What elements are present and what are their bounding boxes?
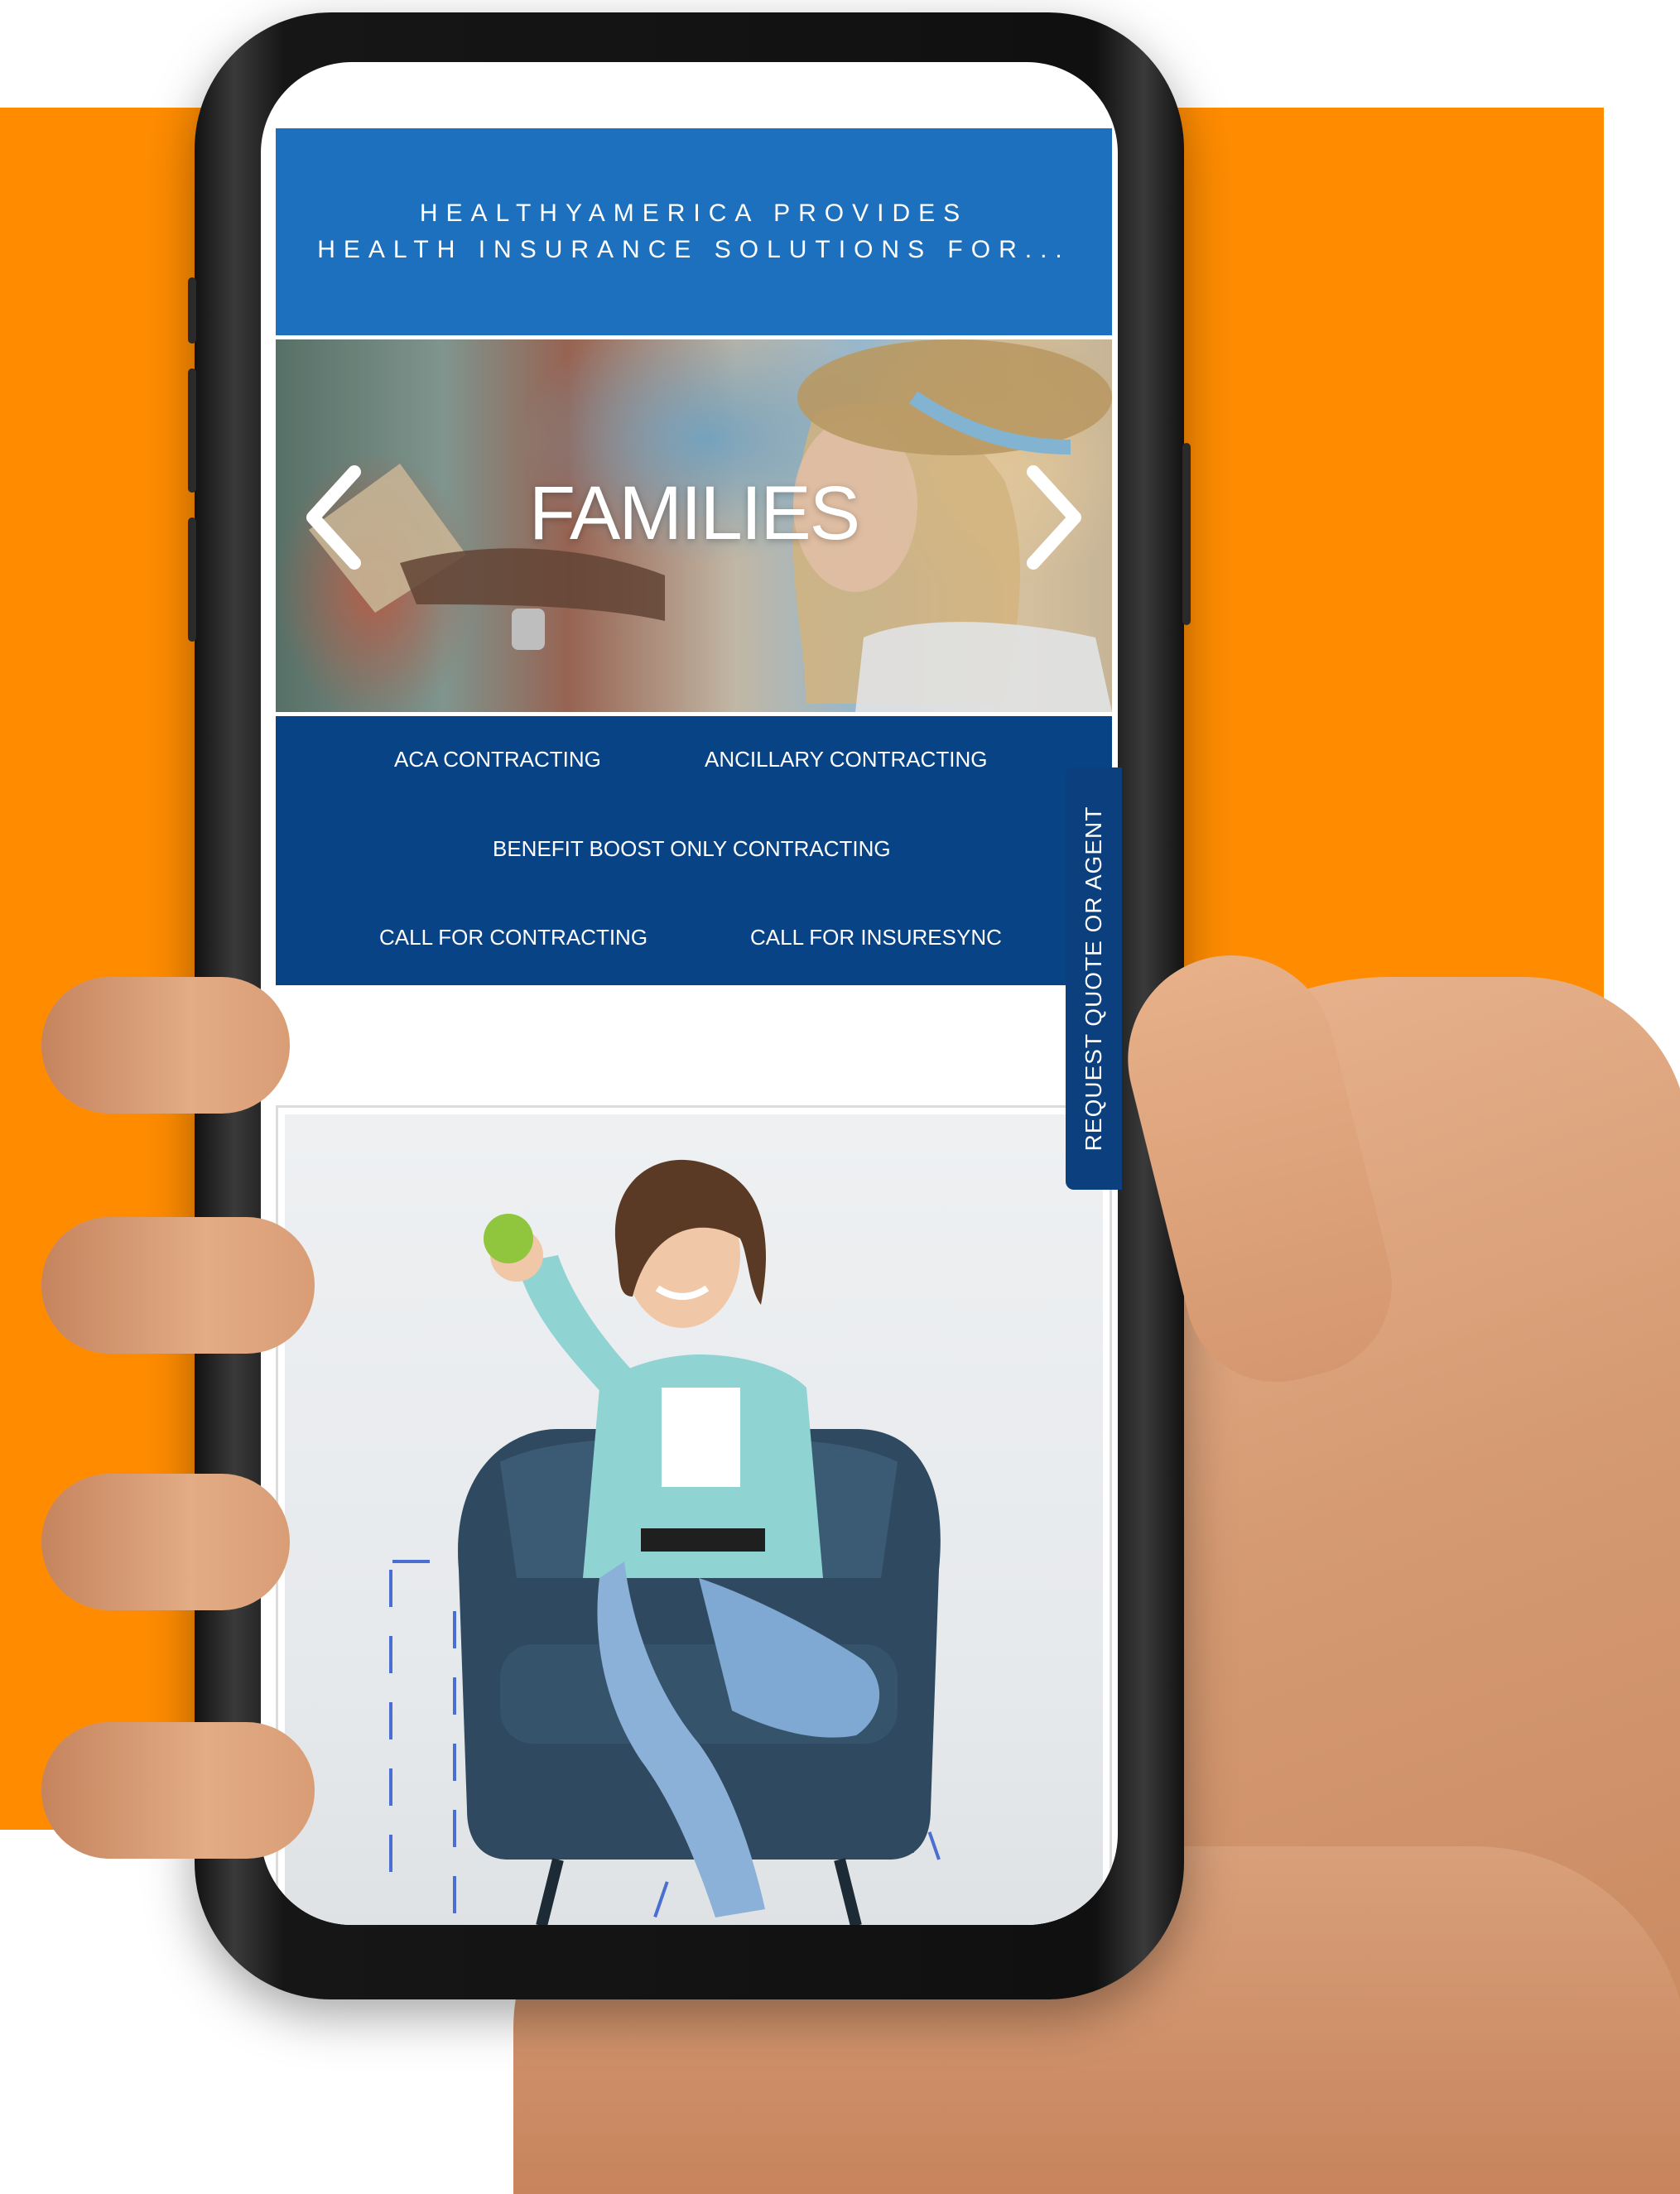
- chevron-right-icon: [1027, 465, 1081, 570]
- finger-little: [41, 1722, 315, 1859]
- featured-photo-card: [276, 1105, 1112, 1925]
- phone-power-button: [1182, 443, 1191, 625]
- header-banner: HEALTHYAMERICA PROVIDES HEALTH INSURANCE…: [276, 128, 1112, 335]
- benefit-boost-contracting-link[interactable]: BENEFIT BOOST ONLY CONTRACTING: [493, 835, 891, 863]
- call-for-insuresync-link[interactable]: CALL FOR INSURESYNC: [750, 923, 1002, 951]
- request-quote-label: REQUEST QUOTE OR AGENT: [1081, 806, 1106, 1152]
- finger-middle: [41, 1217, 315, 1354]
- phone-screen: HEALTHYAMERICA PROVIDES HEALTH INSURANCE…: [261, 62, 1118, 1925]
- phone-side-button: [188, 277, 196, 344]
- header-line-2: HEALTH INSURANCE SOLUTIONS FOR...: [317, 236, 1071, 263]
- finger-ring: [41, 1474, 290, 1610]
- hero-title: FAMILIES: [528, 471, 860, 556]
- phone-volume-up-button: [188, 368, 196, 493]
- call-for-contracting-link[interactable]: CALL FOR CONTRACTING: [379, 923, 647, 951]
- aca-contracting-link[interactable]: ACA CONTRACTING: [394, 745, 601, 773]
- chevron-left-icon: [306, 465, 361, 570]
- carousel-next-button[interactable]: [1017, 464, 1091, 571]
- finger-index: [41, 977, 290, 1114]
- hero-carousel: FAMILIES: [276, 339, 1112, 712]
- header-line-1: HEALTHYAMERICA PROVIDES: [419, 200, 969, 227]
- contracting-links-panel: ACA CONTRACTING ANCILLARY CONTRACTING BE…: [276, 716, 1112, 985]
- ancillary-contracting-link[interactable]: ANCILLARY CONTRACTING: [705, 745, 987, 773]
- woman-in-chair-photo: [285, 1114, 1103, 1925]
- phone-volume-down-button: [188, 517, 196, 642]
- photo-illustration: [389, 1159, 941, 1925]
- request-quote-tab[interactable]: REQUEST QUOTE OR AGENT: [1066, 767, 1122, 1190]
- carousel-prev-button[interactable]: [296, 464, 371, 571]
